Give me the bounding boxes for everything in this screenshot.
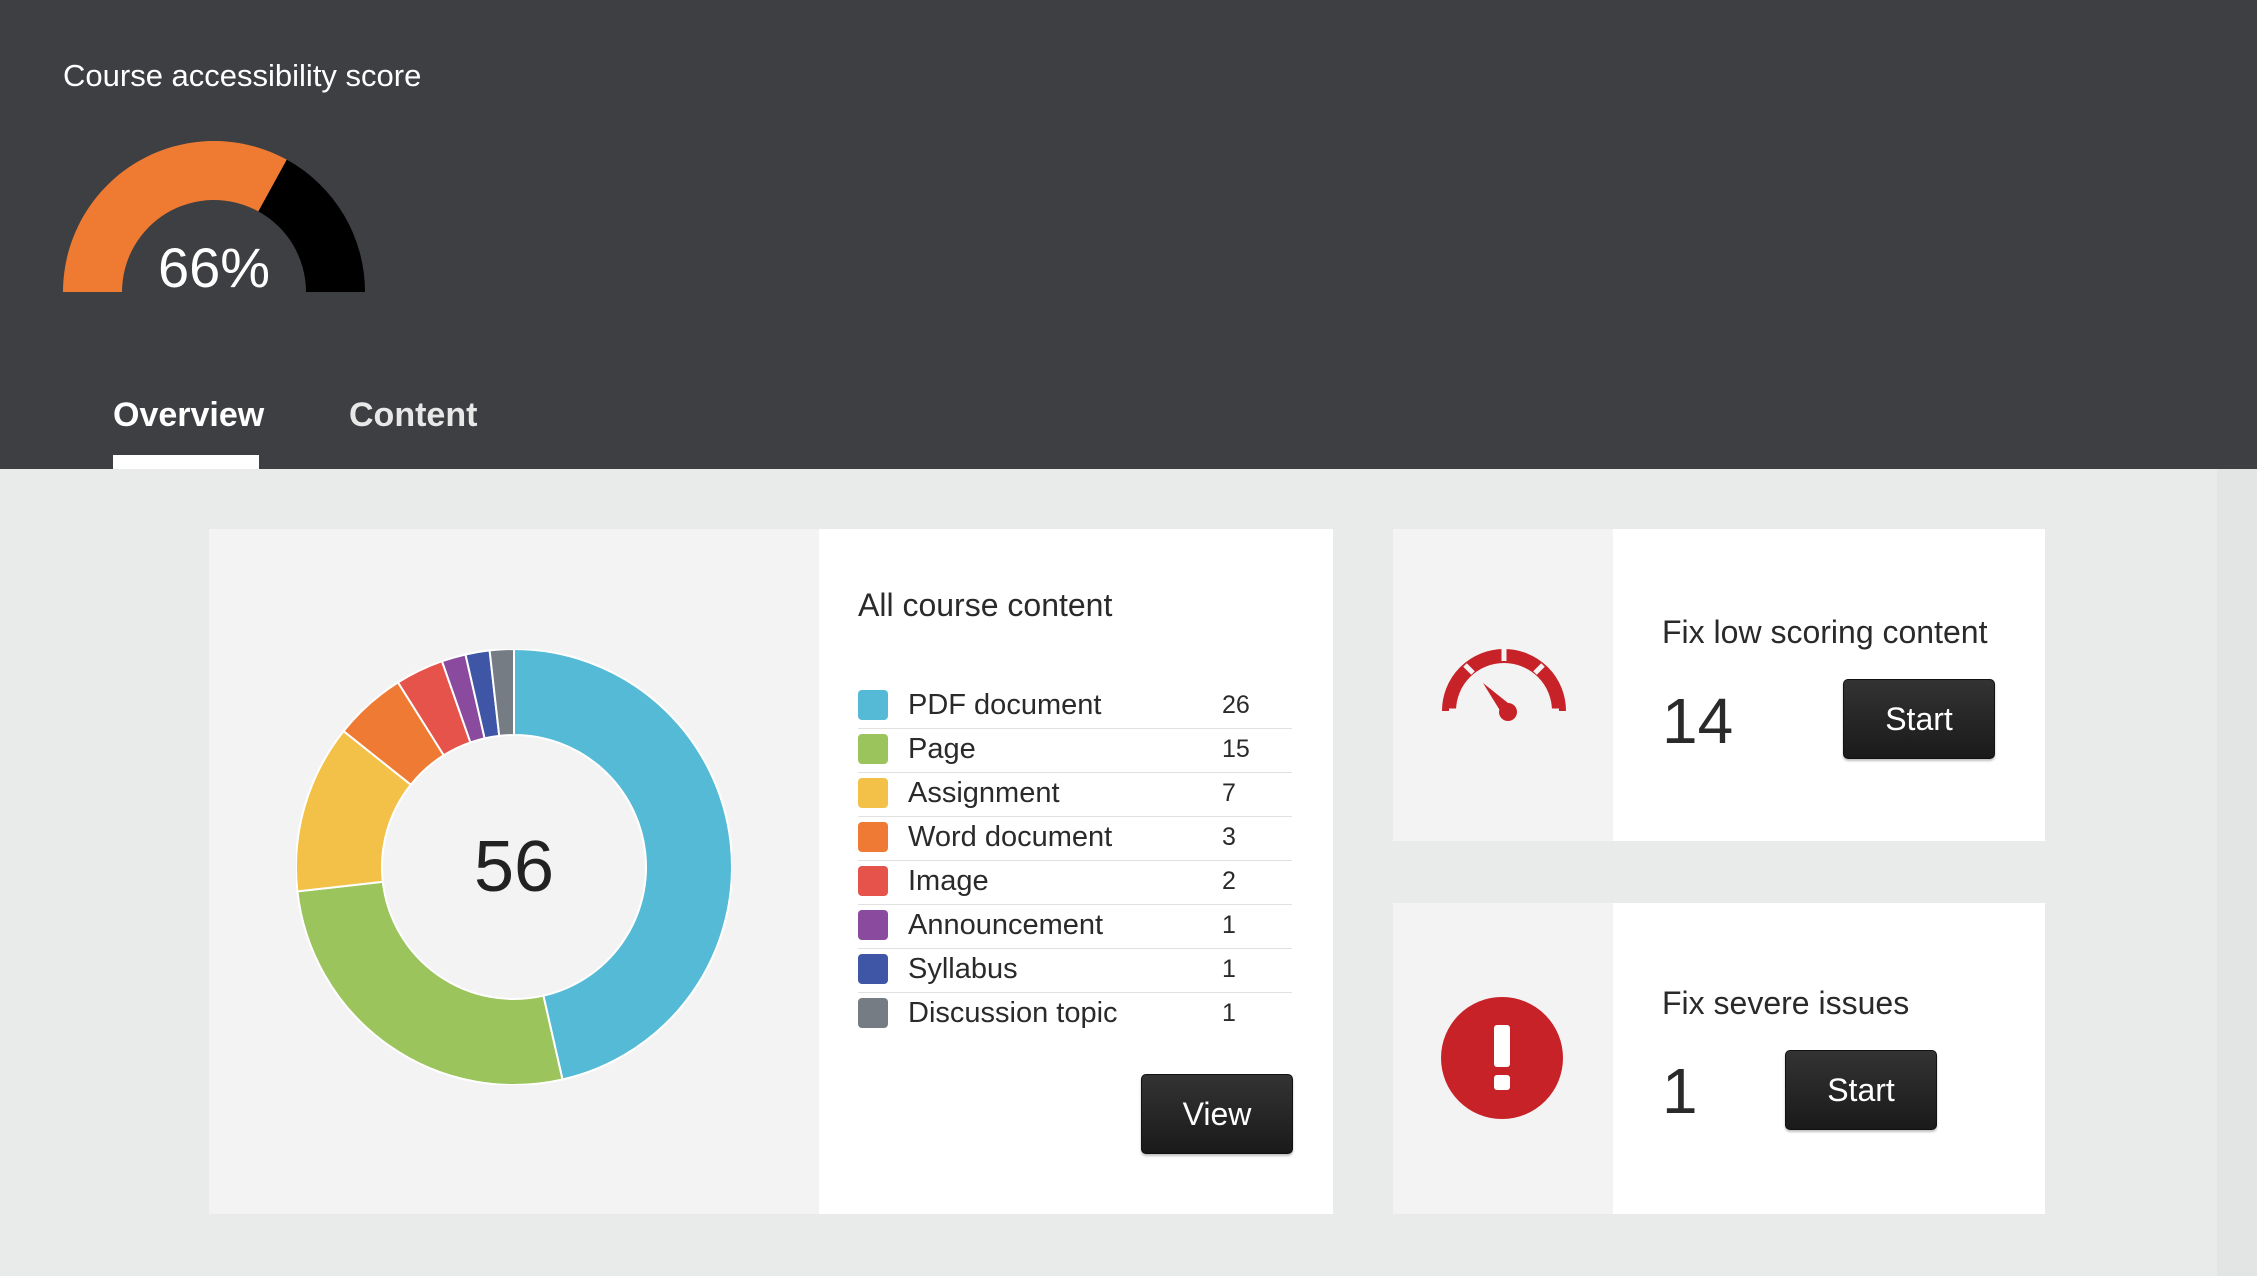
legend-count: 15	[1222, 735, 1250, 763]
legend-label: Assignment	[908, 777, 1060, 809]
legend-row-pdf: PDF document 26	[858, 685, 1292, 729]
legend-swatch	[858, 734, 888, 764]
legend-label: Word document	[908, 821, 1113, 853]
tab-content[interactable]: Content	[349, 396, 477, 435]
legend-row-word-document: Word document 3	[858, 817, 1292, 861]
score-gauge: 66%	[63, 140, 365, 299]
legend-swatch	[858, 690, 888, 720]
legend-swatch	[858, 822, 888, 852]
score-title: Course accessibility score	[63, 58, 422, 93]
legend-label: Image	[908, 865, 989, 897]
tab-overview[interactable]: Overview	[113, 396, 264, 435]
legend-row-announcement: Announcement 1	[858, 905, 1292, 949]
fix-low-count: 14	[1662, 685, 1734, 757]
legend-row-assignment: Assignment 7	[858, 773, 1292, 817]
legend-swatch	[858, 778, 888, 808]
active-tab-indicator	[113, 455, 259, 469]
legend-row-image: Image 2	[858, 861, 1292, 905]
legend-row-discussion-topic: Discussion topic 1	[858, 993, 1292, 1036]
content-total: 56	[473, 827, 555, 907]
legend-row-syllabus: Syllabus 1	[858, 949, 1292, 993]
fix-severe-title: Fix severe issues	[1662, 985, 1910, 1021]
score-value: 66%	[157, 236, 271, 299]
legend-label: Syllabus	[908, 953, 1018, 985]
legend-swatch	[858, 998, 888, 1028]
score-header: Course accessibility score 66% Overview …	[0, 0, 2257, 469]
legend-count: 1	[1222, 911, 1236, 939]
legend-count: 1	[1222, 955, 1236, 983]
fix-low-start-button[interactable]: Start	[1843, 679, 1995, 759]
page-edge	[2217, 469, 2257, 1276]
legend-swatch	[858, 910, 888, 940]
donut-slice-page	[296, 880, 564, 1085]
legend-label: PDF document	[908, 689, 1102, 721]
content-card-title: All course content	[858, 587, 1113, 623]
fix-low-title: Fix low scoring content	[1662, 614, 1988, 650]
legend-swatch	[858, 954, 888, 984]
legend-count: 7	[1222, 779, 1236, 807]
fix-severe-start-button[interactable]: Start	[1785, 1050, 1937, 1130]
speedometer-icon	[1442, 649, 1566, 721]
legend-row-page: Page 15	[858, 729, 1292, 773]
legend-label: Discussion topic	[908, 997, 1118, 1029]
content-legend: PDF document 26 Page 15 Assignment 7 Wor…	[858, 685, 1292, 1036]
legend-label: Page	[908, 733, 976, 765]
legend-count: 2	[1222, 867, 1236, 895]
view-button[interactable]: View	[1141, 1074, 1293, 1154]
legend-count: 3	[1222, 823, 1236, 851]
legend-label: Announcement	[908, 909, 1104, 941]
legend-count: 26	[1222, 691, 1250, 719]
legend-swatch	[858, 866, 888, 896]
exclamation-icon	[1441, 997, 1563, 1119]
fix-severe-count: 1	[1662, 1055, 1698, 1127]
legend-count: 1	[1222, 999, 1236, 1027]
content-donut-chart: 56	[296, 649, 732, 1085]
